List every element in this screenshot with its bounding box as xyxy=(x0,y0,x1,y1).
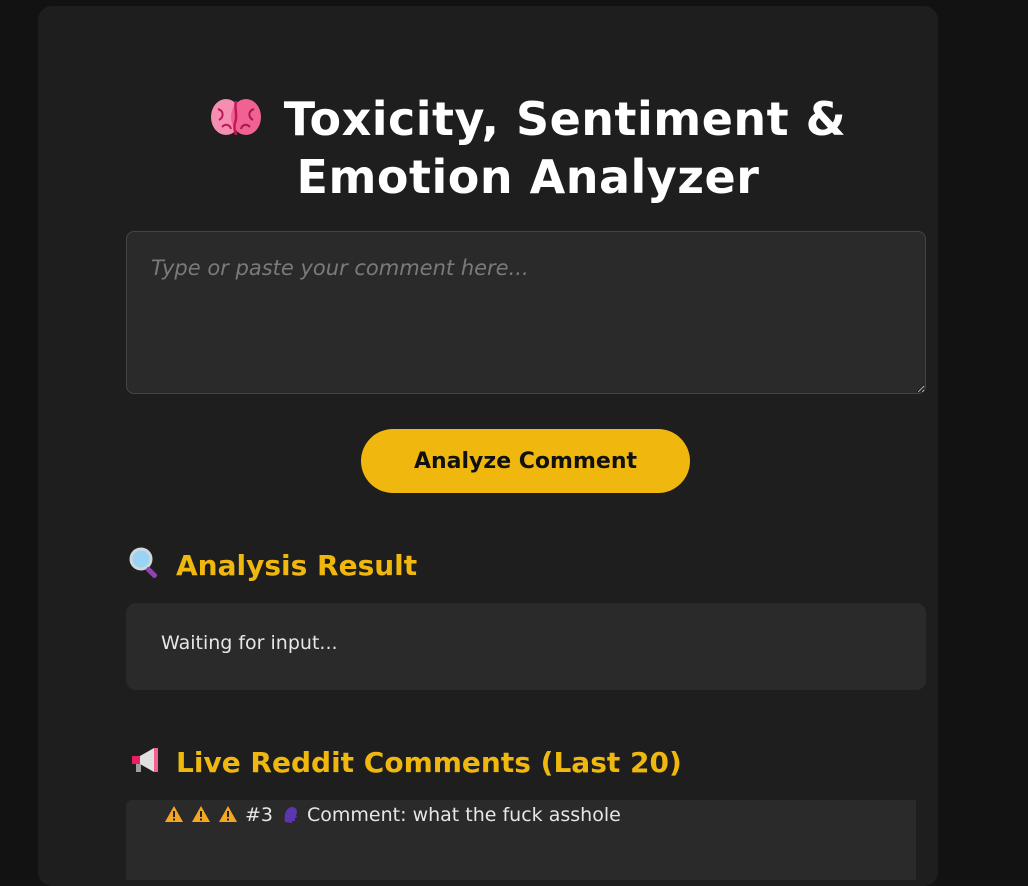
magnifier-icon xyxy=(129,547,158,579)
live-comments-label: Live Reddit Comments (Last 20) xyxy=(176,746,682,779)
megaphone-icon xyxy=(132,748,158,772)
page-title: Toxicity, Sentiment & Emotion Analyzer xyxy=(38,90,1018,206)
list-item: #3 Comment: what the fuck asshole xyxy=(164,804,621,826)
comment-number: #3 xyxy=(245,804,274,826)
analysis-result-panel: Waiting for input... xyxy=(126,603,926,690)
comment-input[interactable] xyxy=(126,231,926,394)
analysis-result-heading: Analysis Result xyxy=(128,546,417,584)
main-card: Toxicity, Sentiment & Emotion Analyzer A… xyxy=(38,6,938,886)
brain-icon xyxy=(210,99,261,136)
live-comments-heading: Live Reddit Comments (Last 20) xyxy=(128,743,682,781)
speaking-head-icon xyxy=(284,807,298,823)
title-text-1: Toxicity, Sentiment & xyxy=(283,92,847,146)
title-line-1: Toxicity, Sentiment & xyxy=(38,90,1018,148)
comment-label: Comment: xyxy=(307,804,407,826)
analysis-status-text: Waiting for input... xyxy=(161,632,338,654)
analysis-result-label: Analysis Result xyxy=(176,549,418,582)
warning-icon xyxy=(219,806,237,822)
live-comments-list[interactable]: #3 Comment: what the fuck asshole xyxy=(126,800,916,880)
warning-icon xyxy=(192,806,210,822)
analyze-comment-button[interactable]: Analyze Comment xyxy=(361,429,690,493)
title-line-2: Emotion Analyzer xyxy=(296,150,760,204)
comment-text: what the fuck asshole xyxy=(412,804,621,826)
warning-icon xyxy=(165,806,183,822)
